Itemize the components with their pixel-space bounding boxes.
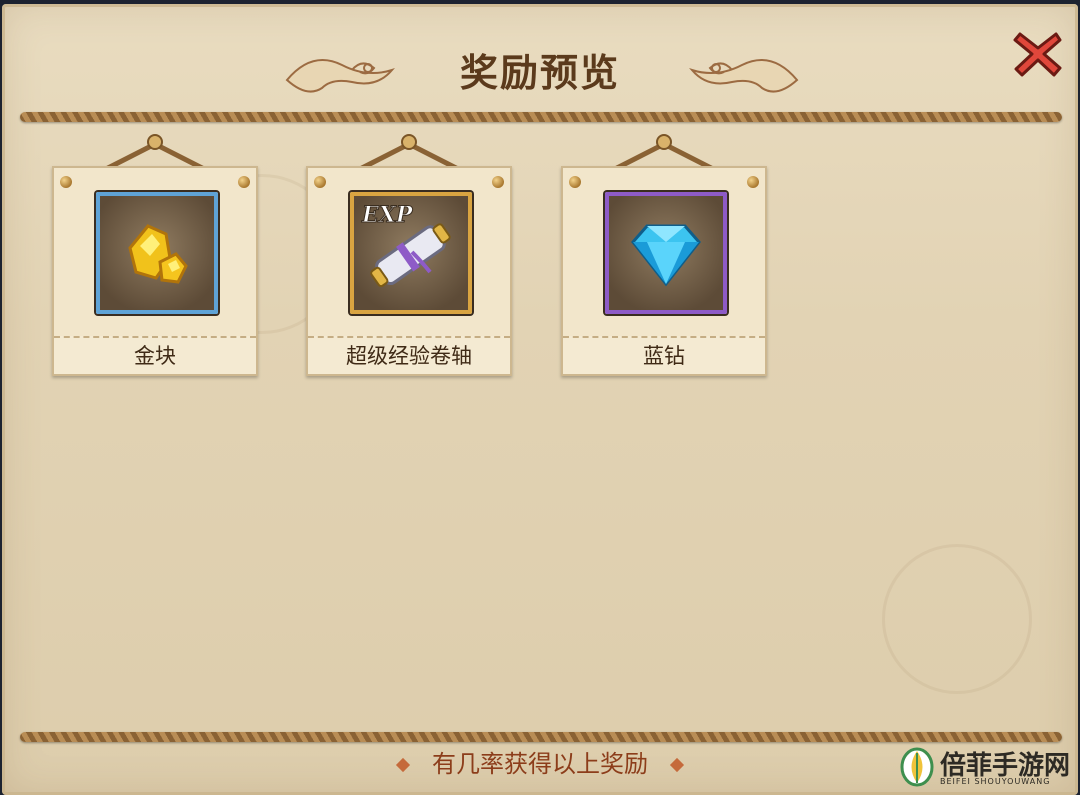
scroll-ornament-icon <box>689 59 799 93</box>
diamond-bullet-icon <box>669 757 685 773</box>
card-body: 蓝钻 <box>561 166 767 376</box>
nail-icon <box>238 176 250 188</box>
site-watermark: 倍菲手游网 BEIFEI SHOUYOUWANG <box>898 743 1074 791</box>
nail-icon <box>60 176 72 188</box>
reward-card-exp-scroll[interactable]: EXP 超级经验卷轴 <box>306 134 512 376</box>
item-frame <box>96 192 218 314</box>
reward-label: 超级经验卷轴 <box>308 336 510 374</box>
nail-icon <box>747 176 759 188</box>
close-button[interactable] <box>1012 28 1064 80</box>
blue-diamond-icon <box>631 224 701 287</box>
item-frame: EXP <box>350 192 472 314</box>
reward-card-gold[interactable]: 金块 <box>52 134 258 376</box>
map-decoration <box>882 544 1032 694</box>
leaf-logo-icon <box>900 747 934 787</box>
watermark-sub: BEIFEI SHOUYOUWANG <box>940 777 1051 786</box>
card-body: 金块 <box>52 166 258 376</box>
card-body: EXP 超级经验卷轴 <box>306 166 512 376</box>
exp-badge: EXP <box>361 202 414 228</box>
dialog-title: 奖励预览 <box>459 50 620 95</box>
exp-scroll-icon: EXP <box>361 202 451 288</box>
nail-icon <box>314 176 326 188</box>
nail-icon <box>569 176 581 188</box>
rope-divider <box>20 732 1062 742</box>
nail-icon <box>492 176 504 188</box>
rope-divider <box>20 112 1062 122</box>
footer-text: 有几率获得以上奖励 <box>432 750 648 778</box>
item-frame <box>605 192 727 314</box>
reward-card-blue-diamond[interactable]: 蓝钻 <box>561 134 767 376</box>
dialog-header: 奖励预览 <box>2 4 1078 116</box>
gold-nugget-icon <box>128 224 188 284</box>
reward-label: 金块 <box>54 336 256 374</box>
reward-preview-dialog: 奖励预览 <box>2 4 1078 795</box>
diamond-bullet-icon <box>395 757 411 773</box>
reward-label: 蓝钻 <box>563 336 765 374</box>
